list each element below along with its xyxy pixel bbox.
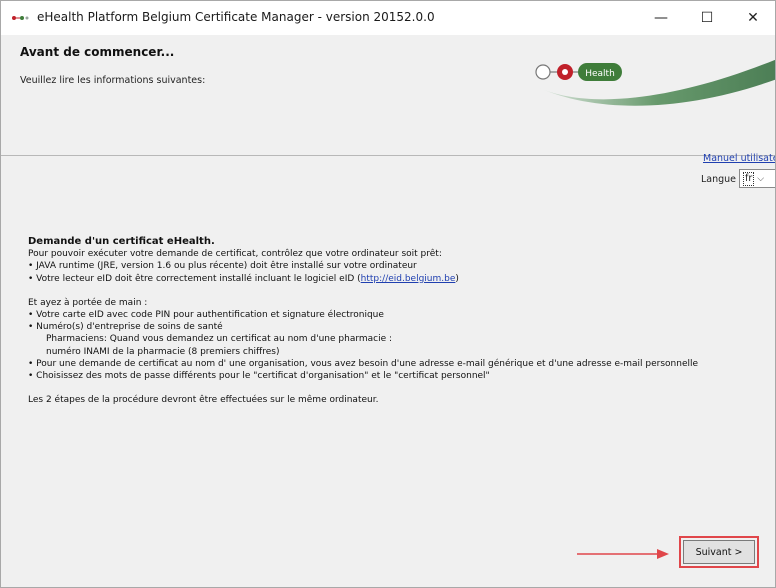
hand-pharmacist-note: Pharmaciens: Quand vous demandez un cert… bbox=[46, 334, 393, 345]
instructions-heading: Demande d'un certificat eHealth. bbox=[28, 236, 215, 247]
certificate-manager-window: eHealth Platform Belgium Certificate Man… bbox=[0, 0, 776, 588]
requirement-java: • JAVA runtime (JRE, version 1.6 ou plus… bbox=[28, 261, 417, 272]
hand-pharmacy-inami: numéro INAMI de la pharmacie (8 premiers… bbox=[46, 346, 280, 357]
language-value: fr bbox=[743, 171, 755, 186]
closing-note: Les 2 étapes de la procédure devront êtr… bbox=[28, 395, 379, 406]
user-manual-link[interactable]: Manuel utilisateur bbox=[703, 153, 775, 164]
window-title: eHealth Platform Belgium Certificate Man… bbox=[37, 10, 435, 24]
requirement-eid: • Votre lecteur eID doit être correcteme… bbox=[28, 273, 768, 285]
language-select[interactable]: fr ⌵ bbox=[739, 169, 775, 188]
hand-organisation-email: • Pour une demande de certificat au nom … bbox=[28, 358, 699, 369]
hand-intro: Et ayez à portée de main : bbox=[28, 297, 148, 308]
ehealth-logo: Health bbox=[535, 59, 775, 106]
chevron-down-icon: ⌵ bbox=[757, 173, 765, 184]
ehealth-app-icon bbox=[12, 16, 29, 20]
logo-label: Health bbox=[585, 69, 615, 79]
language-label: Langue bbox=[701, 174, 737, 185]
title-bar[interactable]: eHealth Platform Belgium Certificate Man… bbox=[1, 1, 775, 35]
next-button[interactable]: Suivant > bbox=[683, 540, 755, 564]
eid-link[interactable]: http://eid.belgium.be bbox=[361, 274, 456, 284]
close-button[interactable]: ✕ bbox=[730, 1, 775, 35]
maximize-button[interactable]: ☐ bbox=[684, 1, 730, 35]
instructions: Demande d'un certificat eHealth. Pour po… bbox=[28, 236, 768, 406]
page-subtitle: Veuillez lire les informations suivantes… bbox=[20, 75, 206, 86]
hand-passwords: • Choisissez des mots de passe différent… bbox=[28, 371, 490, 382]
requirement-eid-text: • Votre lecteur eID doit être correcteme… bbox=[28, 273, 361, 284]
minimize-button[interactable]: — bbox=[638, 1, 684, 35]
wizard-content: Demande d'un certificat eHealth. Pour po… bbox=[1, 156, 775, 587]
page-title: Avant de commencer... bbox=[20, 45, 175, 59]
hand-eid-card: • Votre carte eID avec code PIN pour aut… bbox=[28, 310, 384, 321]
hand-company-numbers: • Numéro(s) d'entreprise de soins de san… bbox=[28, 322, 223, 333]
requirement-eid-end: ) bbox=[455, 273, 459, 284]
wizard-header: Avant de commencer... Veuillez lire les … bbox=[1, 35, 775, 155]
arrow-right-icon bbox=[577, 549, 669, 559]
instructions-intro: Pour pouvoir exécuter votre demande de c… bbox=[28, 249, 442, 260]
